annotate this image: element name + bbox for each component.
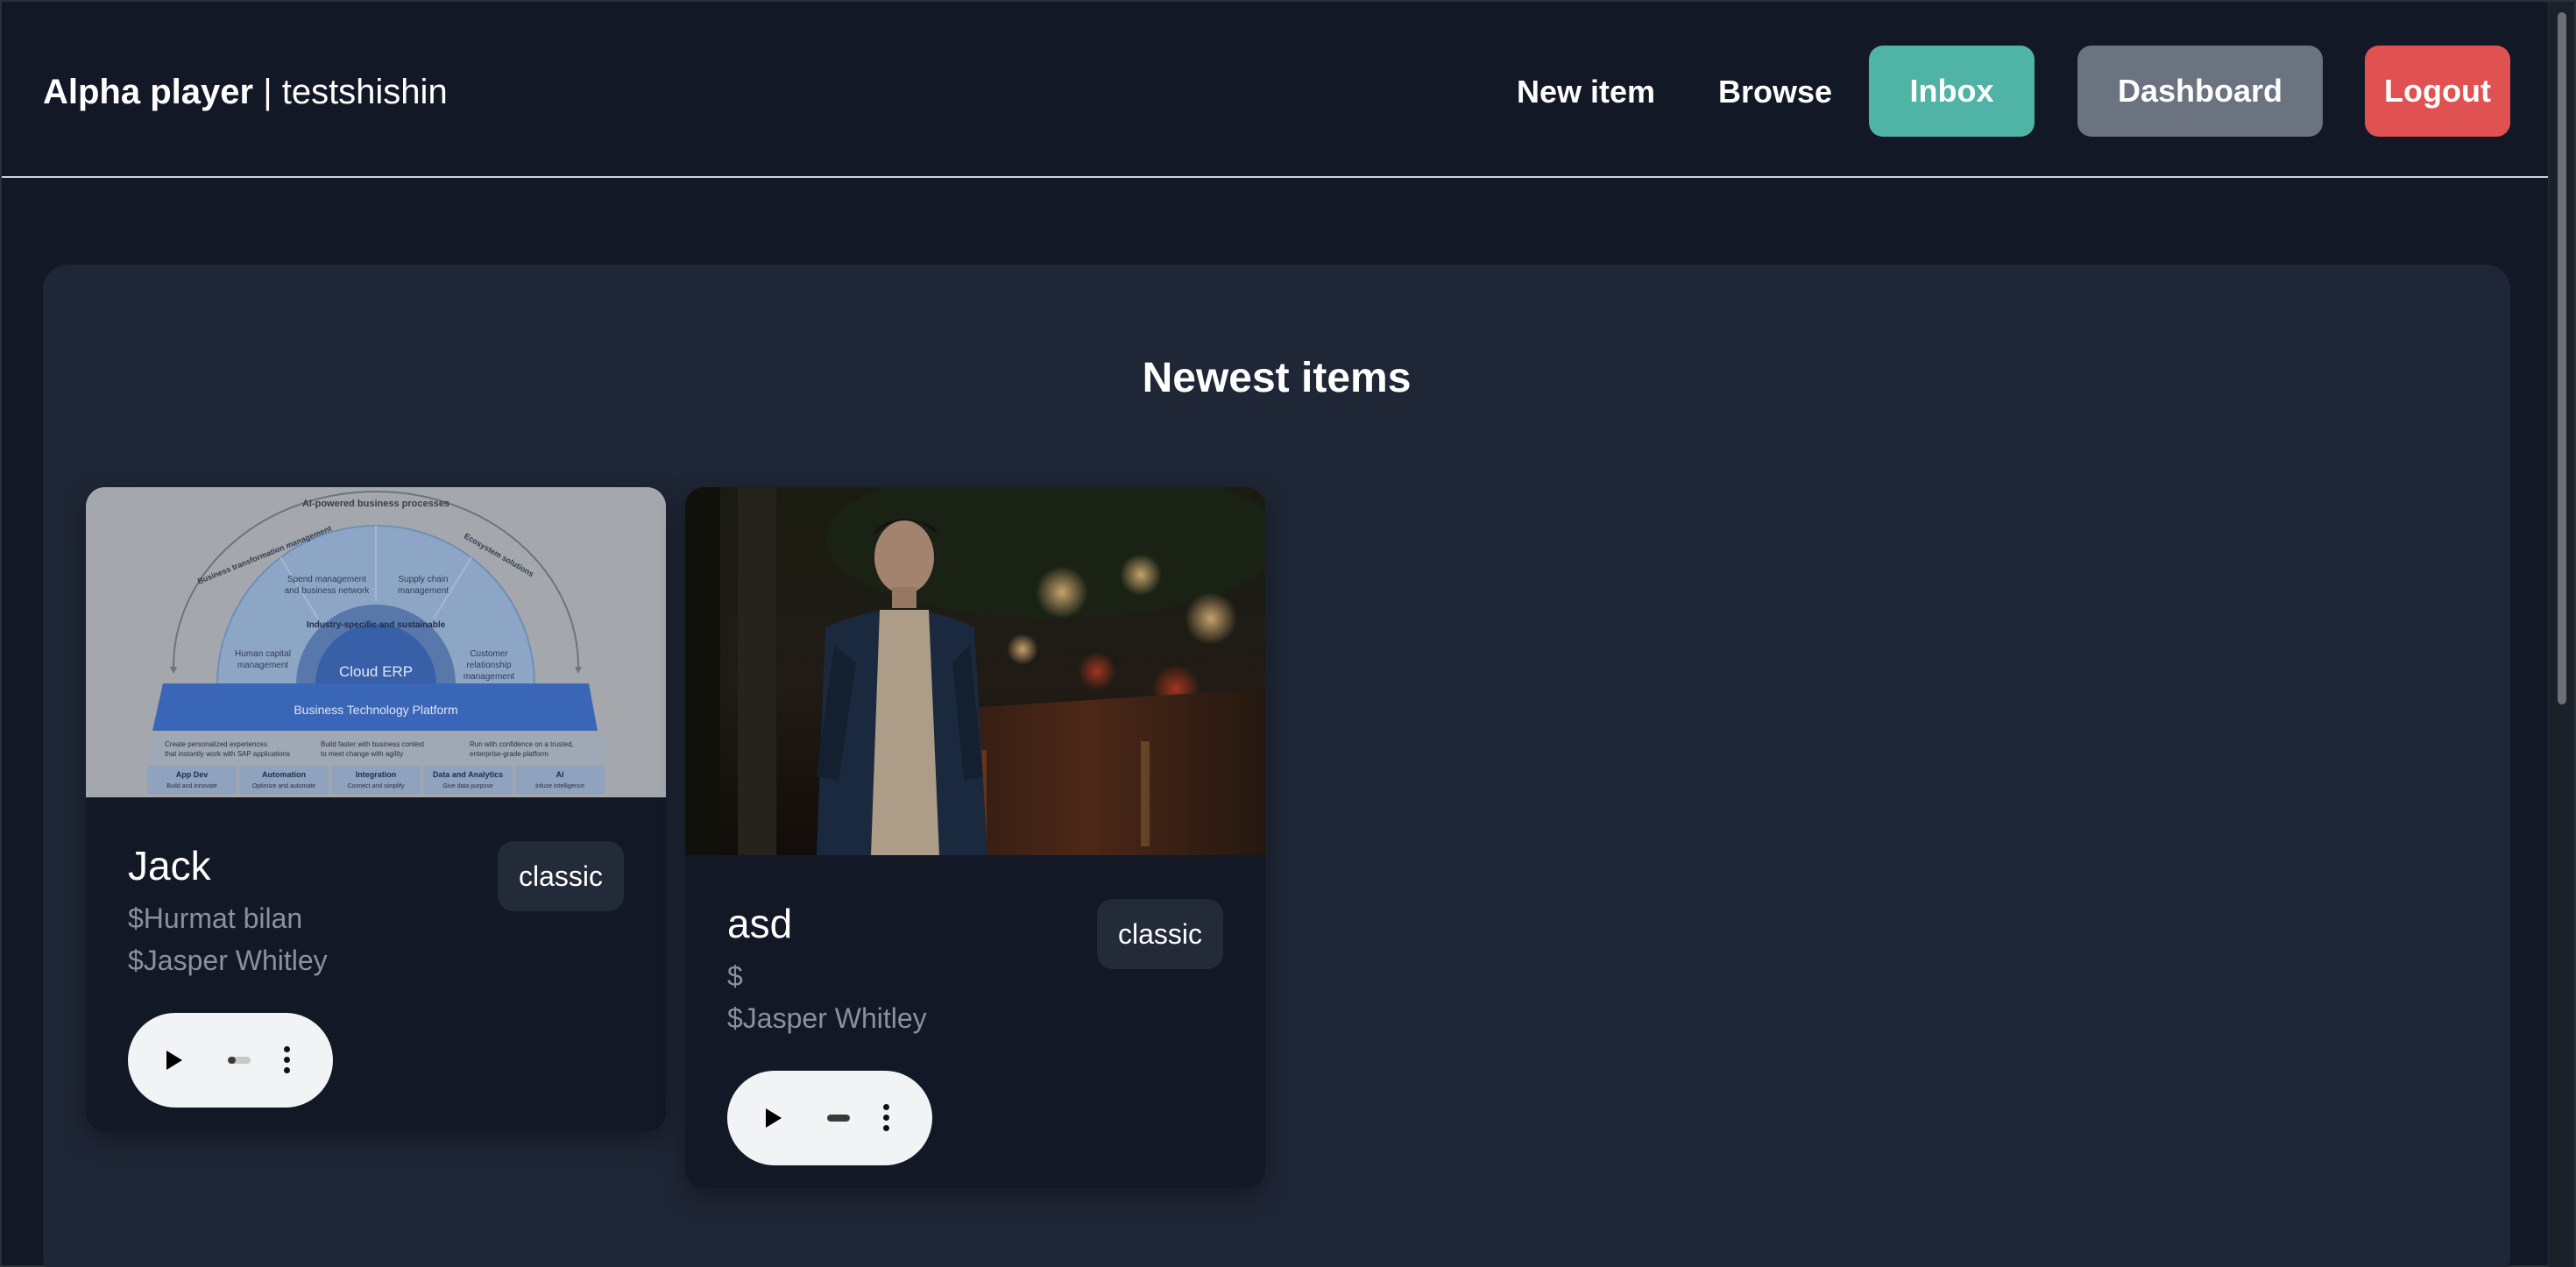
svg-text:that instantly work with SAP a: that instantly work with SAP application… xyxy=(165,750,290,758)
item-meta-line-2: $Jasper Whitley xyxy=(128,945,328,976)
diagram-tile-title: Data and Analytics xyxy=(433,770,503,779)
diagram-tile-subtitle: Give data purpose xyxy=(442,783,492,789)
audio-progress-fill xyxy=(827,1115,850,1122)
diagram-tile-subtitle: Infuse intelligence xyxy=(535,783,584,789)
inbox-button[interactable]: Inbox xyxy=(1869,46,2035,137)
browser-window: Alpha player | testshishin New item Brow… xyxy=(0,0,2576,1267)
item-thumbnail xyxy=(685,487,1265,855)
svg-text:Spend management: Spend management xyxy=(287,575,366,584)
logout-button[interactable]: Logout xyxy=(2365,46,2510,137)
username: testshishin xyxy=(281,73,448,111)
item-card[interactable]: AI-powered business processes Business t… xyxy=(86,487,666,1131)
dashboard-button[interactable]: Dashboard xyxy=(2077,46,2323,137)
audio-progress-fill xyxy=(228,1057,237,1064)
item-meta-line-1: $Hurmat bilan xyxy=(128,902,303,934)
svg-text:to meet change with agility: to meet change with agility xyxy=(321,750,403,758)
diagram-thumbnail: AI-powered business processes Business t… xyxy=(86,487,666,797)
item-meta-line-1: $ xyxy=(727,960,743,992)
diagram-tile-title: Integration xyxy=(356,770,397,779)
item-thumbnail: AI-powered business processes Business t… xyxy=(86,487,666,797)
play-icon[interactable] xyxy=(766,1108,782,1128)
svg-text:management: management xyxy=(464,672,515,682)
brand: Alpha player | testshishin xyxy=(43,70,448,114)
browse-link[interactable]: Browse xyxy=(1718,70,1832,114)
more-options-icon[interactable] xyxy=(883,1104,890,1132)
diagram-tile-title: Automation xyxy=(262,770,306,779)
item-card-body: Jack $Hurmat bilan $Jasper Whitley class… xyxy=(86,797,666,1131)
audio-player[interactable] xyxy=(128,1013,333,1108)
svg-text:Run with confidence on a trust: Run with confidence on a trusted, xyxy=(470,740,574,748)
item-card-body: asd $ $Jasper Whitley classic xyxy=(685,855,1265,1188)
svg-text:Human capital: Human capital xyxy=(235,649,291,659)
more-options-icon[interactable] xyxy=(284,1046,291,1074)
svg-text:management: management xyxy=(398,586,449,596)
svg-text:Business Technology Platform: Business Technology Platform xyxy=(294,703,457,717)
diagram-tile-title: App Dev xyxy=(176,770,209,779)
genre-badge: classic xyxy=(1096,899,1223,969)
diagram-tile-subtitle: Connect and simplify xyxy=(348,783,405,789)
item-title[interactable]: asd xyxy=(727,899,792,948)
item-card[interactable]: asd $ $Jasper Whitley classic xyxy=(685,487,1265,1188)
diagram-tile-subtitle: Optimize and automate xyxy=(252,783,315,789)
audio-progress-bar[interactable] xyxy=(827,1115,850,1122)
new-item-link[interactable]: New item xyxy=(1517,70,1655,114)
diagram-tile-title: AI xyxy=(556,770,564,779)
svg-text:AI-powered business processes: AI-powered business processes xyxy=(302,499,449,509)
svg-text:and business network: and business network xyxy=(285,586,371,596)
page-scrollbar[interactable] xyxy=(2548,2,2574,1267)
scrollbar-thumb[interactable] xyxy=(2558,12,2566,704)
photo-thumbnail xyxy=(685,487,1265,855)
item-title[interactable]: Jack xyxy=(128,841,211,890)
brand-separator: | xyxy=(253,73,282,111)
svg-text:Industry-specific and sustaina: Industry-specific and sustainable xyxy=(307,620,446,630)
play-icon[interactable] xyxy=(166,1051,182,1070)
svg-text:Build faster with business con: Build faster with business context xyxy=(321,740,425,748)
svg-text:Cloud ERP: Cloud ERP xyxy=(339,663,413,680)
diagram-tile-subtitle: Build and innovate xyxy=(166,783,217,789)
svg-text:management: management xyxy=(237,661,289,670)
app-name: Alpha player xyxy=(43,73,254,111)
svg-text:enterprise-grade platform: enterprise-grade platform xyxy=(470,750,548,758)
svg-text:relationship: relationship xyxy=(466,661,512,670)
newest-items-panel: Newest items AI-powered business process… xyxy=(43,265,2510,1267)
audio-player[interactable] xyxy=(727,1071,932,1165)
svg-text:Customer: Customer xyxy=(470,649,508,659)
audio-progress-bar[interactable] xyxy=(228,1057,251,1064)
svg-text:Supply chain: Supply chain xyxy=(398,575,448,584)
top-navbar: Alpha player | testshishin New item Brow… xyxy=(2,2,2551,178)
section-title: Newest items xyxy=(1142,355,1412,401)
svg-text:Create personalized experience: Create personalized experiences xyxy=(165,740,267,748)
genre-badge: classic xyxy=(497,841,624,911)
item-meta-line-2: $Jasper Whitley xyxy=(727,1002,927,1034)
